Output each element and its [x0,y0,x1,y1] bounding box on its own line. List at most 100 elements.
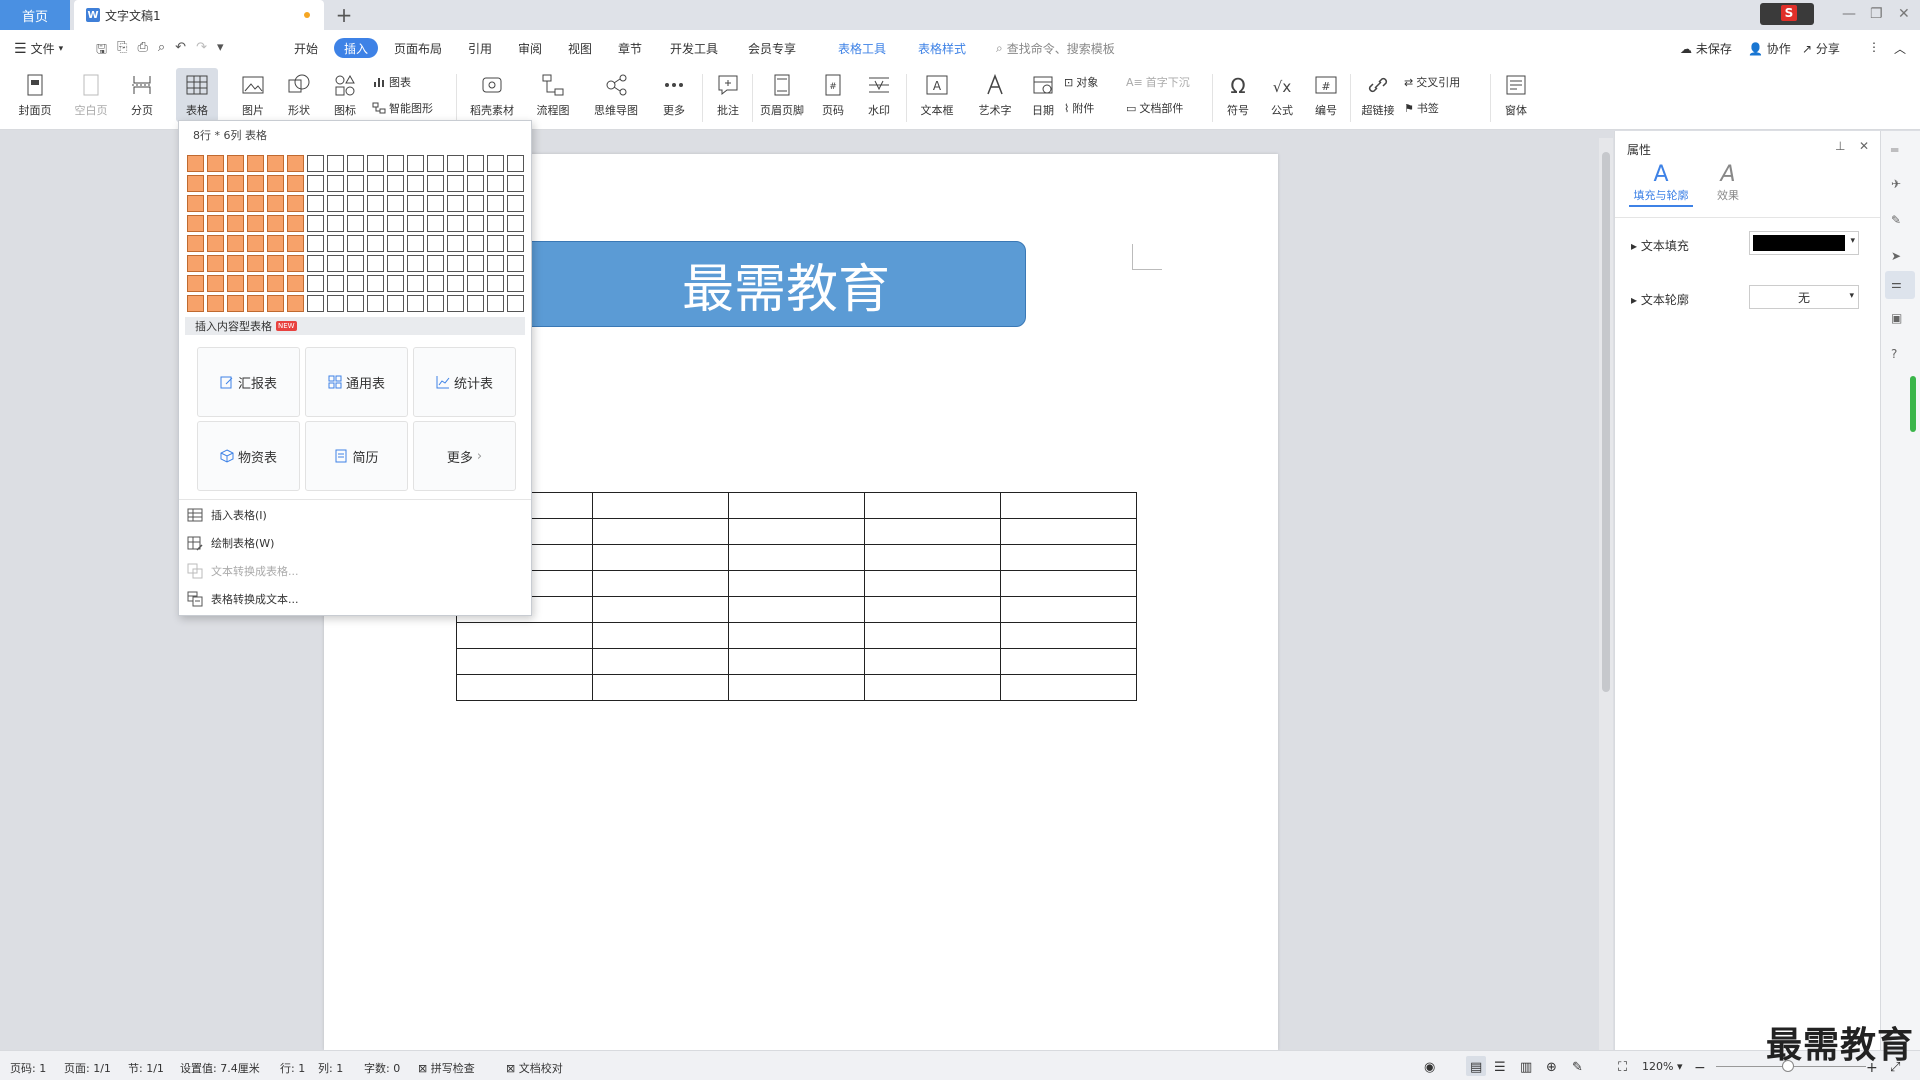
grid-cell[interactable] [207,275,224,292]
grid-cell[interactable] [247,215,264,232]
cover-page-button[interactable]: 封面页 [12,72,58,118]
grid-cell[interactable] [407,175,424,192]
grid-cell[interactable] [507,195,524,212]
text-box-button[interactable]: A 文本框 [914,72,960,118]
chart-button[interactable]: 图表 [372,74,411,90]
grid-cell[interactable] [327,275,344,292]
grid-cell[interactable] [187,175,204,192]
supplies-table-card[interactable]: 物资表 [197,421,300,491]
grid-cell[interactable] [467,195,484,212]
web-view-icon[interactable]: ⊕ [1546,1060,1557,1075]
table-cell[interactable] [864,518,1001,545]
scrollbar-thumb[interactable] [1602,152,1610,692]
grid-cell[interactable] [427,215,444,232]
status-row[interactable]: 行: 1 [280,1060,305,1076]
tab-fill-outline[interactable]: A 填充与轮廓 [1629,163,1693,207]
grid-cell[interactable] [327,155,344,172]
grid-cell[interactable] [367,155,384,172]
grid-cell[interactable] [387,295,404,312]
table-cell[interactable] [456,674,593,701]
grid-cell[interactable] [487,255,504,272]
grid-cell[interactable] [447,195,464,212]
archive-icon[interactable]: ▣ [1891,311,1911,331]
table-cell[interactable] [592,674,729,701]
grid-cell[interactable] [267,275,284,292]
table-cell[interactable] [864,544,1001,571]
status-page[interactable]: 页码: 1 [10,1060,46,1076]
format-painter-icon[interactable]: ⎘ [117,40,127,62]
grid-cell[interactable] [267,295,284,312]
grid-cell[interactable] [247,195,264,212]
draw-table-item[interactable]: 绘制表格(W) [187,535,274,551]
grid-cell[interactable] [347,255,364,272]
table-cell[interactable] [728,492,865,519]
table-cell[interactable] [592,518,729,545]
symbol-button[interactable]: Ω 符号 [1220,72,1256,118]
grid-cell[interactable] [287,195,304,212]
pin-icon[interactable]: ⊥ [1835,139,1845,153]
grid-cell[interactable] [187,275,204,292]
reading-view-icon[interactable]: ▥ [1520,1060,1532,1075]
grid-cell[interactable] [227,155,244,172]
table-cell[interactable] [864,622,1001,649]
help-icon[interactable]: ? [1891,347,1911,367]
redo-icon[interactable]: ↷ [196,40,207,62]
stats-table-card[interactable]: 统计表 [413,347,516,417]
grid-cell[interactable] [507,155,524,172]
share-button[interactable]: ↗ 分享 [1802,40,1840,57]
table-cell[interactable] [728,544,865,571]
grid-cell[interactable] [447,215,464,232]
grid-cell[interactable] [367,275,384,292]
grid-cell[interactable] [467,275,484,292]
hyperlink-button[interactable]: 超链接 [1358,72,1398,118]
grid-cell[interactable] [307,215,324,232]
menu-view[interactable]: 视图 [568,40,592,57]
status-pages[interactable]: 页面: 1/1 [64,1060,111,1076]
table-cell[interactable] [1000,622,1137,649]
rocket-icon[interactable]: ✈ [1891,177,1911,197]
grid-cell[interactable] [387,255,404,272]
table-cell[interactable] [1000,544,1137,571]
table-to-text-item[interactable]: 表格转换成文本... [187,591,299,607]
material-button[interactable]: 稻壳素材 [466,72,518,118]
date-button[interactable]: 日期 [1028,72,1058,118]
grid-cell[interactable] [487,295,504,312]
menu-chapter[interactable]: 章节 [618,40,642,57]
collapse-icon[interactable]: ═ [1891,143,1911,163]
grid-cell[interactable] [207,255,224,272]
outline-view-icon[interactable]: ☰ [1494,1060,1506,1075]
grid-cell[interactable] [307,275,324,292]
page-break-button[interactable]: 分页 [122,72,162,118]
report-table-card[interactable]: 汇报表 [197,347,300,417]
status-setting[interactable]: 设置值: 7.4厘米 [180,1060,260,1076]
text-fill-row[interactable]: ▸ 文本填充 [1631,237,1689,254]
grid-cell[interactable] [347,195,364,212]
grid-cell[interactable] [407,275,424,292]
doc-proofread-button[interactable]: ⊠ 文档校对 [506,1060,563,1076]
grid-cell[interactable] [247,235,264,252]
grid-cell[interactable] [367,215,384,232]
grid-cell[interactable] [487,195,504,212]
grid-cell[interactable] [327,295,344,312]
table-cell[interactable] [728,518,865,545]
grid-cell[interactable] [367,295,384,312]
menu-page-layout[interactable]: 页面布局 [394,40,442,57]
grid-cell[interactable] [287,215,304,232]
grid-cell[interactable] [307,255,324,272]
doc-part-button[interactable]: ▭ 文档部件 [1126,100,1183,116]
grid-cell[interactable] [227,195,244,212]
grid-cell[interactable] [267,175,284,192]
table-cell[interactable] [864,596,1001,623]
grid-cell[interactable] [287,295,304,312]
bookmark-button[interactable]: ⚑ 书签 [1404,100,1439,116]
grid-cell[interactable] [307,195,324,212]
grid-cell[interactable] [447,155,464,172]
grid-cell[interactable] [187,195,204,212]
shape-button[interactable]: 形状 [280,72,318,118]
panel-title[interactable]: 属性 [1627,141,1651,158]
grid-cell[interactable] [307,175,324,192]
minimize-button[interactable]: — [1842,6,1856,22]
menu-table-style[interactable]: 表格样式 [918,40,966,57]
smart-art-button[interactable]: 智能图形 [372,100,433,116]
table-cell[interactable] [592,648,729,675]
